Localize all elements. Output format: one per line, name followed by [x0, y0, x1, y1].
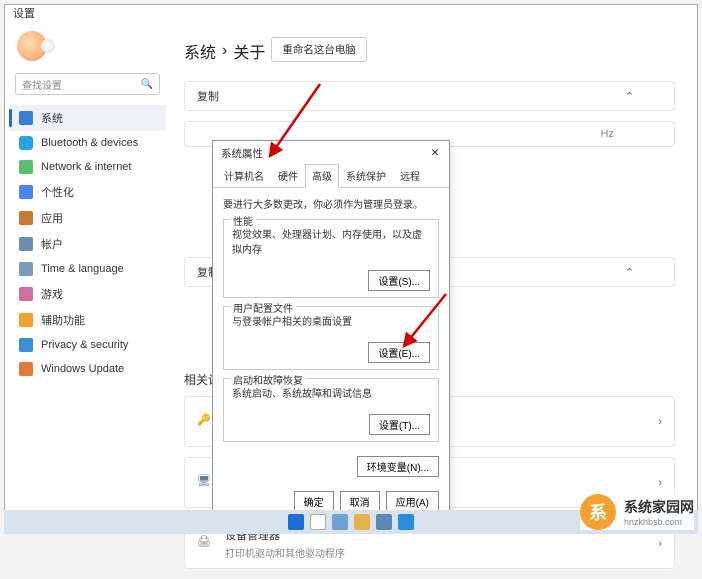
tab-advanced[interactable]: 高级	[305, 164, 339, 188]
watermark-url: hnzkhbsb.com	[624, 517, 694, 527]
chevron-up-icon	[625, 90, 634, 103]
chevron-right-icon	[658, 538, 662, 550]
sidebar-item-apps[interactable]: 应用	[9, 205, 166, 231]
search-input[interactable]: 查找设置 🔍	[15, 73, 160, 95]
search-icon: 🔍	[141, 79, 153, 90]
tab-computer-name[interactable]: 计算机名	[217, 164, 271, 188]
sidebar-item-accounts[interactable]: 帐户	[9, 231, 166, 257]
window-titlebar: 设置	[5, 5, 697, 21]
breadcrumb-root[interactable]: 系统	[184, 39, 216, 63]
sidebar-item-personalization[interactable]: 个性化	[9, 179, 166, 205]
tab-hardware[interactable]: 硬件	[271, 164, 305, 188]
brush-icon	[19, 185, 33, 199]
sidebar-item-gaming[interactable]: 游戏	[9, 281, 166, 307]
taskbar-search-icon[interactable]	[310, 514, 326, 530]
breadcrumb-sep: ›	[222, 42, 227, 60]
sidebar-item-label: 应用	[41, 210, 63, 226]
sidebar-item-label: Network & internet	[41, 161, 131, 173]
sidebar-item-label: Bluetooth & devices	[41, 137, 138, 149]
settings-taskbar-icon[interactable]	[376, 514, 392, 530]
sidebar-item-time[interactable]: Time & language	[9, 257, 166, 281]
profiles-group: 用户配置文件 与登录帐户相关的桌面设置 设置(E)...	[223, 306, 439, 370]
dialog-close-button[interactable]: ✕	[427, 145, 443, 161]
search-placeholder: 查找设置	[22, 77, 62, 92]
start-button-icon[interactable]	[288, 514, 304, 530]
performance-group: 性能 视觉效果、处理器计划、内存使用，以及虚拟内存 设置(S)...	[223, 219, 439, 298]
sidebar-item-label: Privacy & security	[41, 339, 128, 351]
sidebar-item-label: 辅助功能	[41, 312, 85, 328]
sidebar-item-bluetooth[interactable]: Bluetooth & devices	[9, 131, 166, 155]
breadcrumb: 系统 › 关于 重命名这台电脑	[184, 39, 675, 63]
admin-hint: 要进行大多数更改，你必须作为管理员登录。	[223, 196, 439, 211]
sidebar: 查找设置 🔍 系统 Bluetooth & devices Network & …	[5, 21, 170, 579]
hz-label: Hz	[601, 128, 614, 140]
watermark-logo-icon: 系	[580, 494, 616, 530]
explorer-icon[interactable]	[354, 514, 370, 530]
apply-button[interactable]: 应用(A)	[386, 491, 439, 512]
system-properties-dialog: 系统属性 ✕ 计算机名 硬件 高级 系统保护 远程 要进行大多数更改，你必须作为…	[212, 140, 450, 521]
performance-settings-button[interactable]: 设置(S)...	[368, 270, 430, 291]
rename-pc-button[interactable]: 重命名这台电脑	[271, 37, 367, 62]
dialog-title: 系统属性	[221, 146, 263, 161]
startup-group: 启动和故障恢复 系统启动、系统故障和调试信息 设置(T)...	[223, 378, 439, 442]
sidebar-item-label: Time & language	[41, 263, 124, 275]
startup-desc: 系统启动、系统故障和调试信息	[232, 385, 430, 400]
dialog-tabs: 计算机名 硬件 高级 系统保护 远程	[213, 163, 449, 188]
sidebar-item-update[interactable]: Windows Update	[9, 357, 166, 381]
startup-legend: 启动和故障恢复	[230, 372, 306, 387]
clock-icon	[19, 262, 33, 276]
profiles-legend: 用户配置文件	[230, 300, 296, 315]
breadcrumb-leaf: 关于	[233, 39, 265, 63]
cancel-button[interactable]: 取消	[340, 491, 380, 512]
sidebar-item-network[interactable]: Network & internet	[9, 155, 166, 179]
ok-button[interactable]: 确定	[294, 491, 334, 512]
sidebar-item-label: 个性化	[41, 184, 74, 200]
sidebar-nav: 系统 Bluetooth & devices Network & interne…	[9, 105, 166, 381]
performance-legend: 性能	[230, 213, 256, 228]
sidebar-item-privacy[interactable]: Privacy & security	[9, 333, 166, 357]
gamepad-icon	[19, 287, 33, 301]
network-icon	[19, 160, 33, 174]
related-sub: 打印机驱动和其他驱动程序	[225, 545, 345, 560]
sidebar-item-label: 系统	[41, 110, 63, 126]
tab-remote[interactable]: 远程	[393, 164, 427, 188]
tab-system-protection[interactable]: 系统保护	[339, 164, 393, 188]
sidebar-item-label: 帐户	[41, 236, 63, 252]
startup-settings-button[interactable]: 设置(T)...	[369, 414, 430, 435]
system-icon	[19, 111, 33, 125]
device-manager-icon: 🖨	[197, 535, 215, 553]
sidebar-item-system[interactable]: 系统	[9, 105, 166, 131]
sidebar-item-label: 游戏	[41, 286, 63, 302]
window-title: 设置	[13, 5, 35, 21]
accessibility-icon	[19, 313, 33, 327]
sidebar-item-label: Windows Update	[41, 363, 124, 375]
chevron-right-icon	[658, 477, 662, 489]
env-vars-button[interactable]: 环境变量(N)...	[357, 456, 439, 477]
device-spec-card[interactable]: 复制	[184, 81, 675, 111]
user-avatar[interactable]	[17, 31, 47, 61]
profiles-desc: 与登录帐户相关的桌面设置	[232, 313, 430, 328]
bluetooth-icon	[19, 136, 33, 150]
profiles-settings-button[interactable]: 设置(E)...	[368, 342, 430, 363]
edge-icon[interactable]	[398, 514, 414, 530]
chevron-up-icon	[625, 266, 634, 279]
watermark-name: 系统家园网	[624, 497, 694, 517]
account-icon	[19, 237, 33, 251]
performance-desc: 视觉效果、处理器计划、内存使用，以及虚拟内存	[232, 226, 430, 256]
apps-icon	[19, 211, 33, 225]
shield-icon	[19, 338, 33, 352]
sidebar-item-accessibility[interactable]: 辅助功能	[9, 307, 166, 333]
chevron-right-icon	[658, 416, 662, 428]
copy-label[interactable]: 复制	[197, 88, 219, 104]
update-icon	[19, 362, 33, 376]
task-view-icon[interactable]	[332, 514, 348, 530]
watermark: 系 系统家园网 hnzkhbsb.com	[580, 494, 694, 530]
